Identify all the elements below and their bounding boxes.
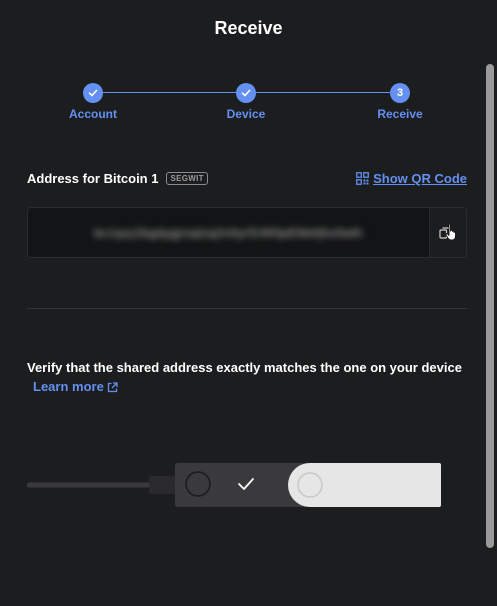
address-label: Address for Bitcoin 1 [27,170,159,186]
step-account-label: Account [69,107,117,121]
address-value[interactable]: bc1qxy2kgdygjrsqtzq2n0yrf2493p83kkfjhx0w… [28,208,429,257]
step-account-dot [83,83,103,103]
check-icon [88,89,98,97]
step-receive-dot: 3 [390,83,410,103]
mouse-cursor-icon [445,223,456,241]
learn-more-label: Learn more [33,379,104,394]
divider [27,308,467,309]
step-device: Device [196,83,296,121]
show-qr-code-link[interactable]: Show QR Code [356,171,467,186]
copy-button[interactable] [429,208,466,257]
device-connector [149,476,175,494]
segwit-badge: SEGWIT [166,171,208,185]
external-link-icon [107,382,118,393]
qr-code-icon [356,171,370,185]
step-device-label: Device [226,107,266,121]
step-receive-label: Receive [377,107,423,121]
scrollbar[interactable] [486,64,494,548]
show-qr-code-label: Show QR Code [373,170,467,186]
learn-more-link[interactable]: Learn more [33,379,118,394]
address-header: Address for Bitcoin 1 SEGWIT Show QR Cod… [27,168,467,188]
step-device-dot [236,83,256,103]
stepper: Account Device 3 Receive [0,80,480,130]
receive-modal: Receive Account Device 3 Receive Address… [0,0,497,606]
check-icon [241,89,251,97]
page-title: Receive [214,18,283,38]
verify-text: Verify that the shared address exactly m… [27,360,462,375]
step-account: Account [43,83,143,121]
device-swivel [288,463,441,507]
ledger-device-illustration [27,463,441,507]
verify-message: Verify that the shared address exactly m… [27,358,467,396]
address-box: bc1qxy2kgdygjrsqtzq2n0yrf2493p83kkfjhx0w… [27,207,467,258]
step-receive: 3 Receive [350,83,450,121]
